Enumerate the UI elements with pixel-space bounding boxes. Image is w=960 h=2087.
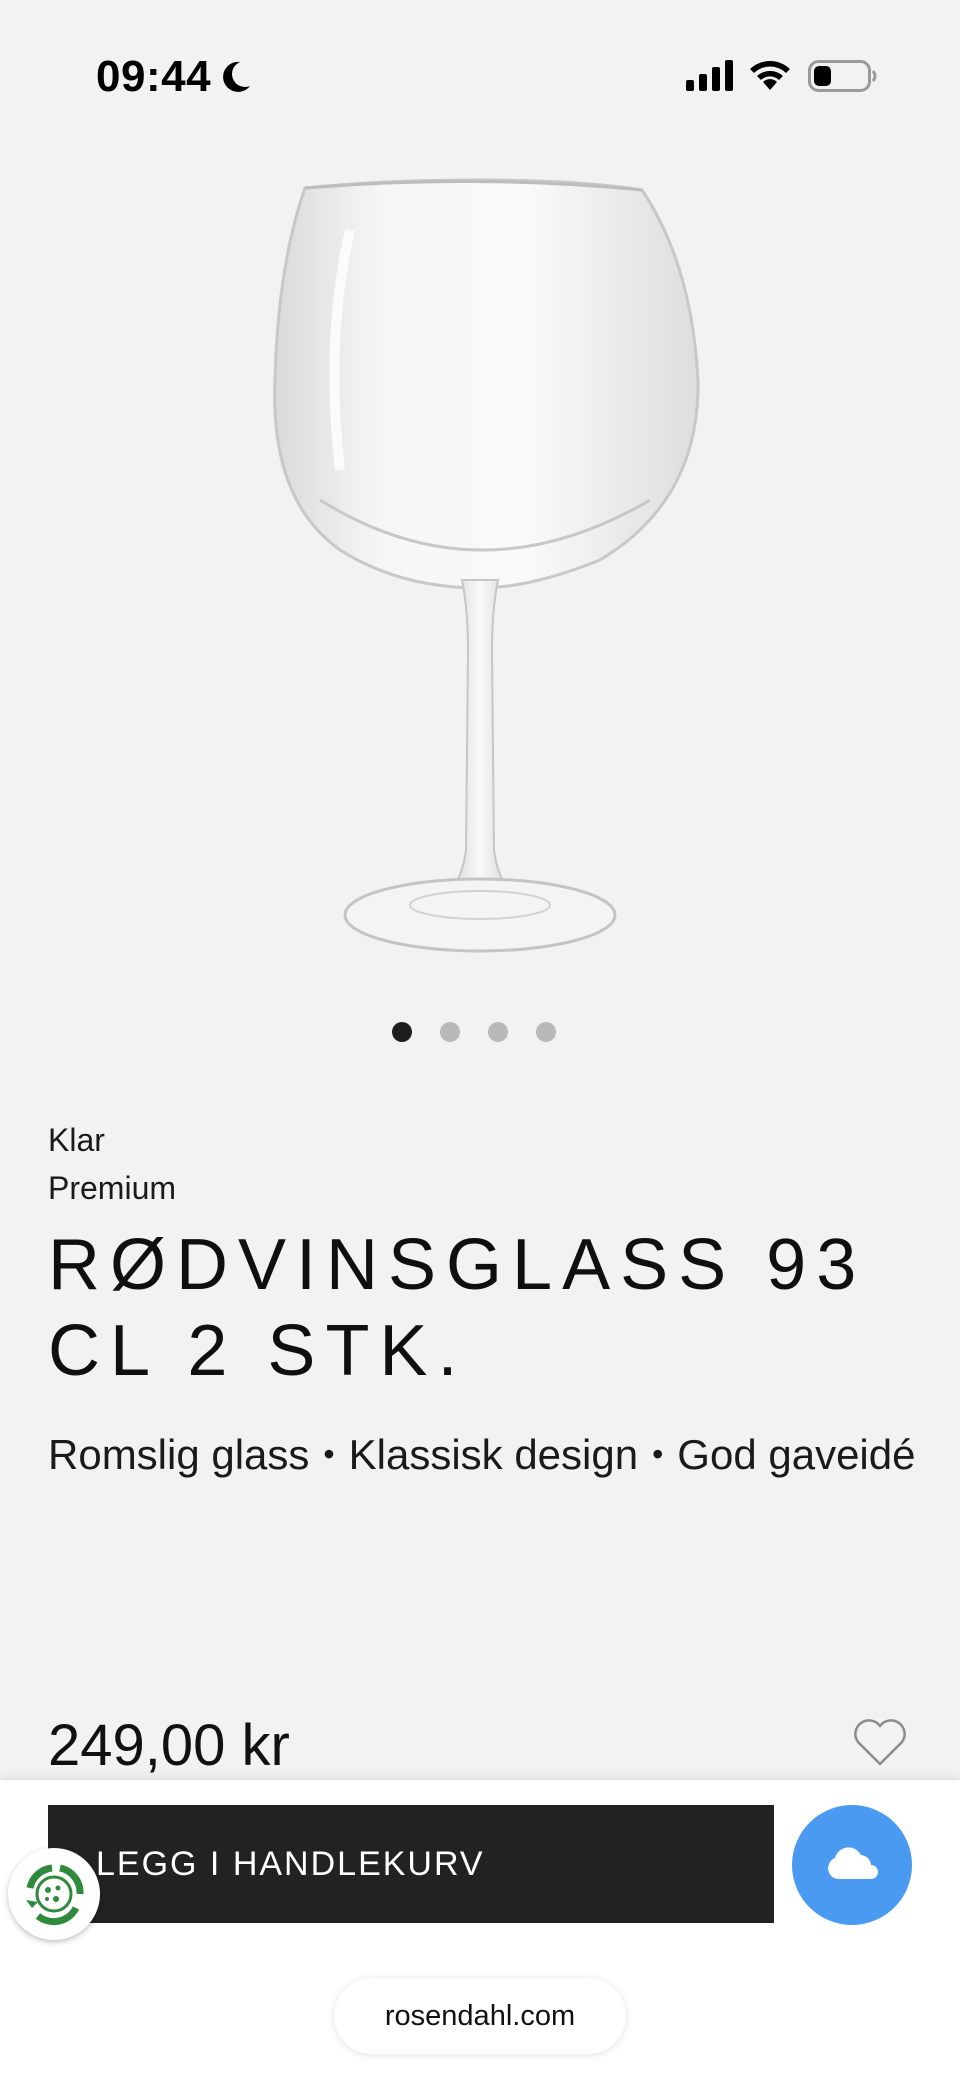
feature-item: God gaveidé (677, 1431, 916, 1478)
product-line: Premium (48, 1170, 177, 1206)
wine-glass-image[interactable] (230, 170, 730, 970)
product-color: Klar (48, 1122, 105, 1158)
bottom-action-bar: LEGG I HANDLEKURV rosendahl.com (0, 1780, 960, 2087)
carousel-dot[interactable] (488, 1022, 508, 1042)
carousel-dot[interactable] (392, 1022, 412, 1042)
carousel-dot[interactable] (440, 1022, 460, 1042)
status-time: 09:44 (96, 52, 212, 101)
product-features: Romslig glass • Klassisk design • God gaveid… (48, 1418, 928, 1491)
moon-icon (220, 60, 252, 99)
bullet-separator: • (652, 1436, 664, 1472)
feature-item: Romslig glass (48, 1431, 310, 1478)
product-page: 09:44 Klar Premium RØDVINSGLASS 93 CL 2 … (0, 0, 960, 2087)
product-title: RØDVINSGLASS 93 CL 2 STK. (48, 1225, 867, 1391)
url-text: rosendahl.com (384, 1999, 576, 2032)
carousel-dot[interactable] (536, 1022, 556, 1042)
status-bar: 09:44 (0, 0, 960, 150)
heart-icon[interactable] (852, 1718, 908, 1773)
carousel-dots[interactable] (392, 1022, 556, 1042)
add-to-cart-button[interactable]: LEGG I HANDLEKURV (48, 1805, 774, 1923)
eco-recycle-icon[interactable] (8, 1848, 100, 1940)
wifi-icon (748, 58, 792, 97)
product-price: 249,00 kr (48, 1713, 290, 1778)
bullet-separator: • (323, 1436, 335, 1472)
browser-url-bar[interactable]: rosendahl.com (334, 1978, 626, 2054)
feature-item: Klassisk design (348, 1431, 639, 1478)
battery-icon (808, 58, 878, 99)
cloud-button[interactable] (792, 1805, 912, 1925)
cloud-icon (823, 1846, 881, 1884)
cellular-signal-icon (686, 60, 734, 97)
